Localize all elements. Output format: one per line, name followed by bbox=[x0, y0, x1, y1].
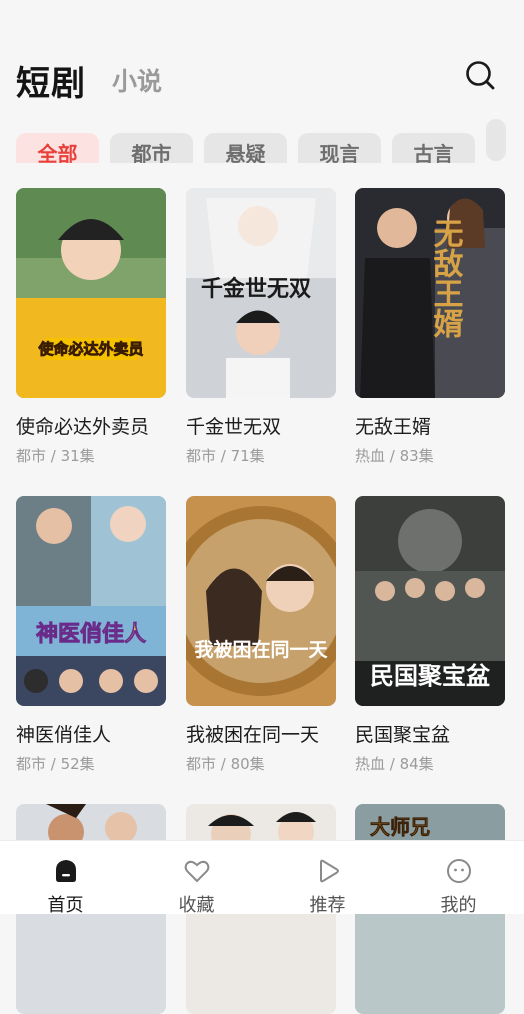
poster-image: 无敌王婿 bbox=[355, 188, 505, 398]
tabbar-recommend[interactable]: 推荐 bbox=[262, 841, 393, 916]
poster-image: 民国聚宝盆 bbox=[355, 496, 505, 706]
drama-meta: 都市 / 71集 bbox=[186, 447, 265, 465]
header: 短剧 小说 bbox=[0, 0, 524, 110]
poster-title: 神医俏佳人 bbox=[36, 621, 146, 647]
chip-urban[interactable]: 都市 bbox=[110, 133, 193, 163]
chip-ancient-romance[interactable]: 古言 bbox=[392, 133, 475, 163]
poster-title: 无敌王婿 bbox=[428, 218, 464, 338]
drama-card[interactable]: 无敌王婿 无敌王婿 热血 / 83集 bbox=[355, 188, 505, 466]
tabbar-favorites[interactable]: 收藏 bbox=[131, 841, 262, 916]
category-chips: 全部 都市 悬疑 现言 古言 bbox=[16, 119, 506, 163]
poster-title: 千金世无双 bbox=[201, 276, 311, 302]
poster-title: 我被困在同一天 bbox=[194, 638, 328, 661]
drama-meta: 热血 / 84集 bbox=[355, 755, 434, 773]
play-icon bbox=[320, 859, 339, 883]
drama-card[interactable]: 千金世无双 千金世无双 都市 / 71集 bbox=[186, 188, 336, 466]
drama-title: 千金世无双 bbox=[186, 416, 282, 438]
tabbar-label: 首页 bbox=[47, 895, 84, 916]
drama-meta: 都市 / 80集 bbox=[186, 755, 265, 773]
profile-icon bbox=[447, 859, 471, 883]
heart-icon bbox=[184, 860, 210, 883]
drama-title: 神医俏佳人 bbox=[16, 724, 112, 746]
drama-title: 无敌王婿 bbox=[355, 416, 432, 438]
tabbar-label: 收藏 bbox=[178, 895, 215, 916]
drama-title: 使命必达外卖员 bbox=[16, 416, 150, 438]
drama-card[interactable]: 神医俏佳人 神医俏佳人 都市 / 52集 bbox=[16, 496, 166, 774]
poster-image: 千金世无双 bbox=[186, 188, 336, 398]
poster-image: 我被困在同一天 bbox=[186, 496, 336, 706]
tabbar-home[interactable]: 首页 bbox=[0, 841, 131, 916]
drama-card[interactable]: 民国聚宝盆 民国聚宝盆 热血 / 84集 bbox=[355, 496, 505, 774]
drama-card[interactable]: 使命必达外卖员 使命必达外卖员 都市 / 31集 bbox=[16, 188, 166, 466]
chip-mystery[interactable]: 悬疑 bbox=[204, 133, 287, 163]
chip-more[interactable] bbox=[486, 119, 506, 161]
poster-image: 神医俏佳人 bbox=[16, 496, 166, 706]
tab-novel[interactable]: 小说 bbox=[112, 62, 162, 98]
poster-title: 大师兄 bbox=[370, 815, 430, 839]
tabbar-label: 推荐 bbox=[309, 895, 346, 916]
poster-image: 使命必达外卖员 bbox=[16, 188, 166, 398]
tab-short-drama[interactable]: 短剧 bbox=[16, 56, 86, 105]
chip-modern-romance[interactable]: 现言 bbox=[298, 133, 381, 163]
drama-meta: 热血 / 83集 bbox=[355, 447, 434, 465]
drama-meta: 都市 / 31集 bbox=[16, 447, 95, 465]
poster-title: 使命必达外卖员 bbox=[37, 340, 143, 358]
drama-title: 民国聚宝盆 bbox=[355, 724, 451, 746]
drama-title: 我被困在同一天 bbox=[186, 724, 320, 746]
chip-all[interactable]: 全部 bbox=[16, 133, 99, 163]
poster-title: 民国聚宝盆 bbox=[370, 661, 491, 690]
home-icon bbox=[56, 860, 76, 882]
drama-card[interactable]: 我被困在同一天 我被困在同一天 都市 / 80集 bbox=[186, 496, 336, 774]
bottom-tabbar: 首页 收藏 推荐 我的 bbox=[0, 840, 524, 916]
search-icon[interactable] bbox=[464, 59, 496, 91]
tabbar-profile[interactable]: 我的 bbox=[393, 841, 524, 916]
tabbar-label: 我的 bbox=[440, 895, 477, 916]
drama-meta: 都市 / 52集 bbox=[16, 755, 95, 773]
